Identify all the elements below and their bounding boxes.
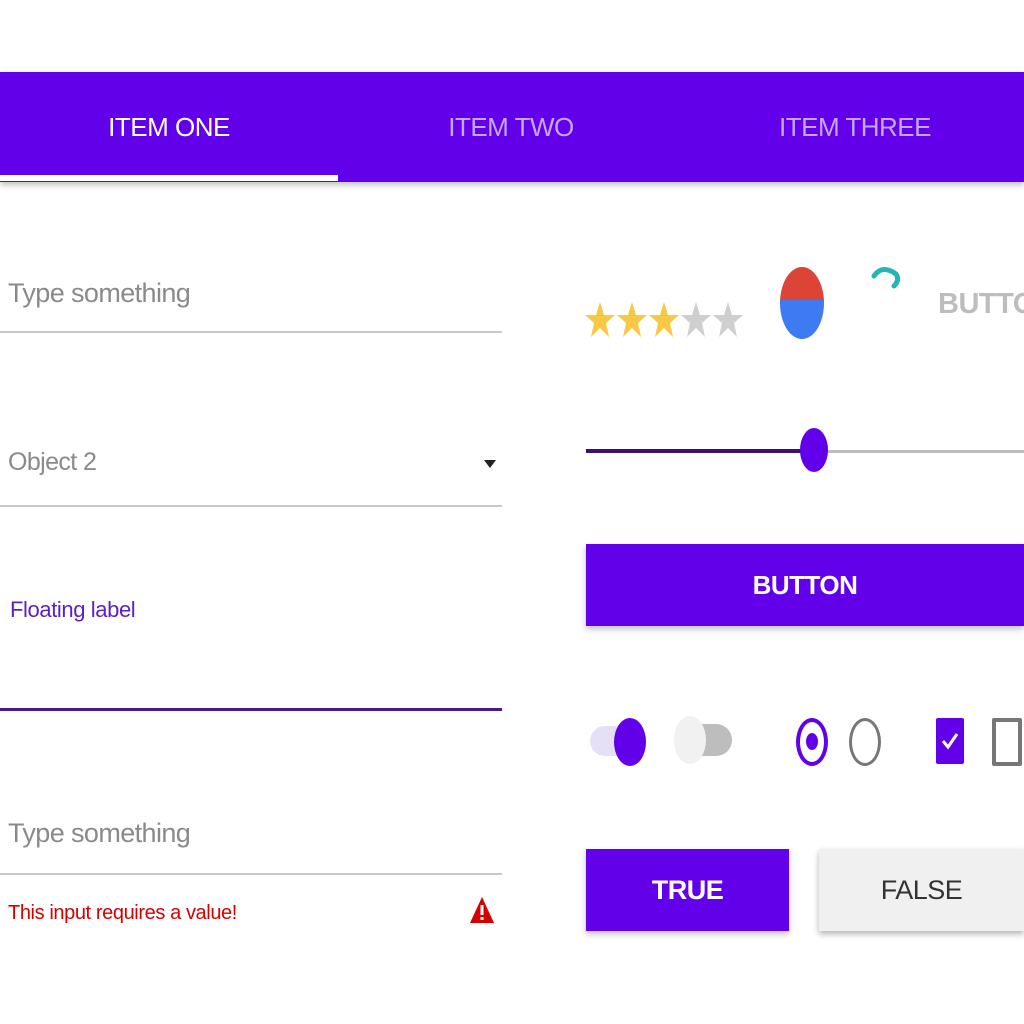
switch-on-thumb[interactable] <box>614 718 646 766</box>
check-icon <box>941 733 959 750</box>
tab-item-one[interactable]: ITEM ONE <box>0 72 338 182</box>
focused-field-underline[interactable] <box>0 708 502 711</box>
star-rating[interactable] <box>584 298 744 342</box>
switch-off-thumb[interactable] <box>674 716 706 764</box>
slider-track[interactable] <box>814 450 1024 453</box>
toggle-true-button[interactable]: TRUE <box>586 849 789 931</box>
error-field-underline <box>0 873 502 875</box>
loading-spinner-icon <box>871 267 901 289</box>
warning-icon <box>470 897 494 923</box>
dropdown-selected-value[interactable]: Object 2 <box>8 448 97 477</box>
text-field-underline <box>0 331 502 333</box>
arrow-drop-down-icon[interactable] <box>484 460 496 468</box>
radio-button-unchecked[interactable] <box>849 718 881 766</box>
checkbox-checked[interactable] <box>936 718 964 764</box>
error-message: This input requires a value! <box>8 902 237 924</box>
tab-item-two[interactable]: ITEM TWO <box>340 72 682 182</box>
star-filled-icon[interactable] <box>616 298 648 342</box>
checkbox-unchecked[interactable] <box>992 718 1022 766</box>
raised-button[interactable]: BUTTON <box>586 544 1024 626</box>
star-filled-icon[interactable] <box>648 298 680 342</box>
floating-label: Floating label <box>10 597 136 622</box>
slider-track-active[interactable] <box>586 449 814 453</box>
flat-button[interactable]: BUTTON <box>938 288 1024 328</box>
tab-bar: ITEM ONE ITEM TWO ITEM THREE <box>0 72 1024 182</box>
star-empty-icon[interactable] <box>712 298 744 342</box>
dropdown-underline <box>0 505 502 507</box>
progress-orb-icon <box>780 267 824 339</box>
tab-item-three[interactable]: ITEM THREE <box>686 72 1024 182</box>
radio-checked-dot <box>806 733 818 750</box>
active-tab-indicator <box>0 175 338 181</box>
star-empty-icon[interactable] <box>680 298 712 342</box>
toggle-false-button[interactable]: FALSE <box>819 849 1024 931</box>
text-field-placeholder[interactable]: Type something <box>8 278 191 309</box>
star-filled-icon[interactable] <box>584 298 616 342</box>
slider-thumb[interactable] <box>800 428 828 472</box>
material-components-demo: ITEM ONE ITEM TWO ITEM THREE Type someth… <box>0 0 1024 1024</box>
error-field-placeholder[interactable]: Type something <box>8 818 191 849</box>
